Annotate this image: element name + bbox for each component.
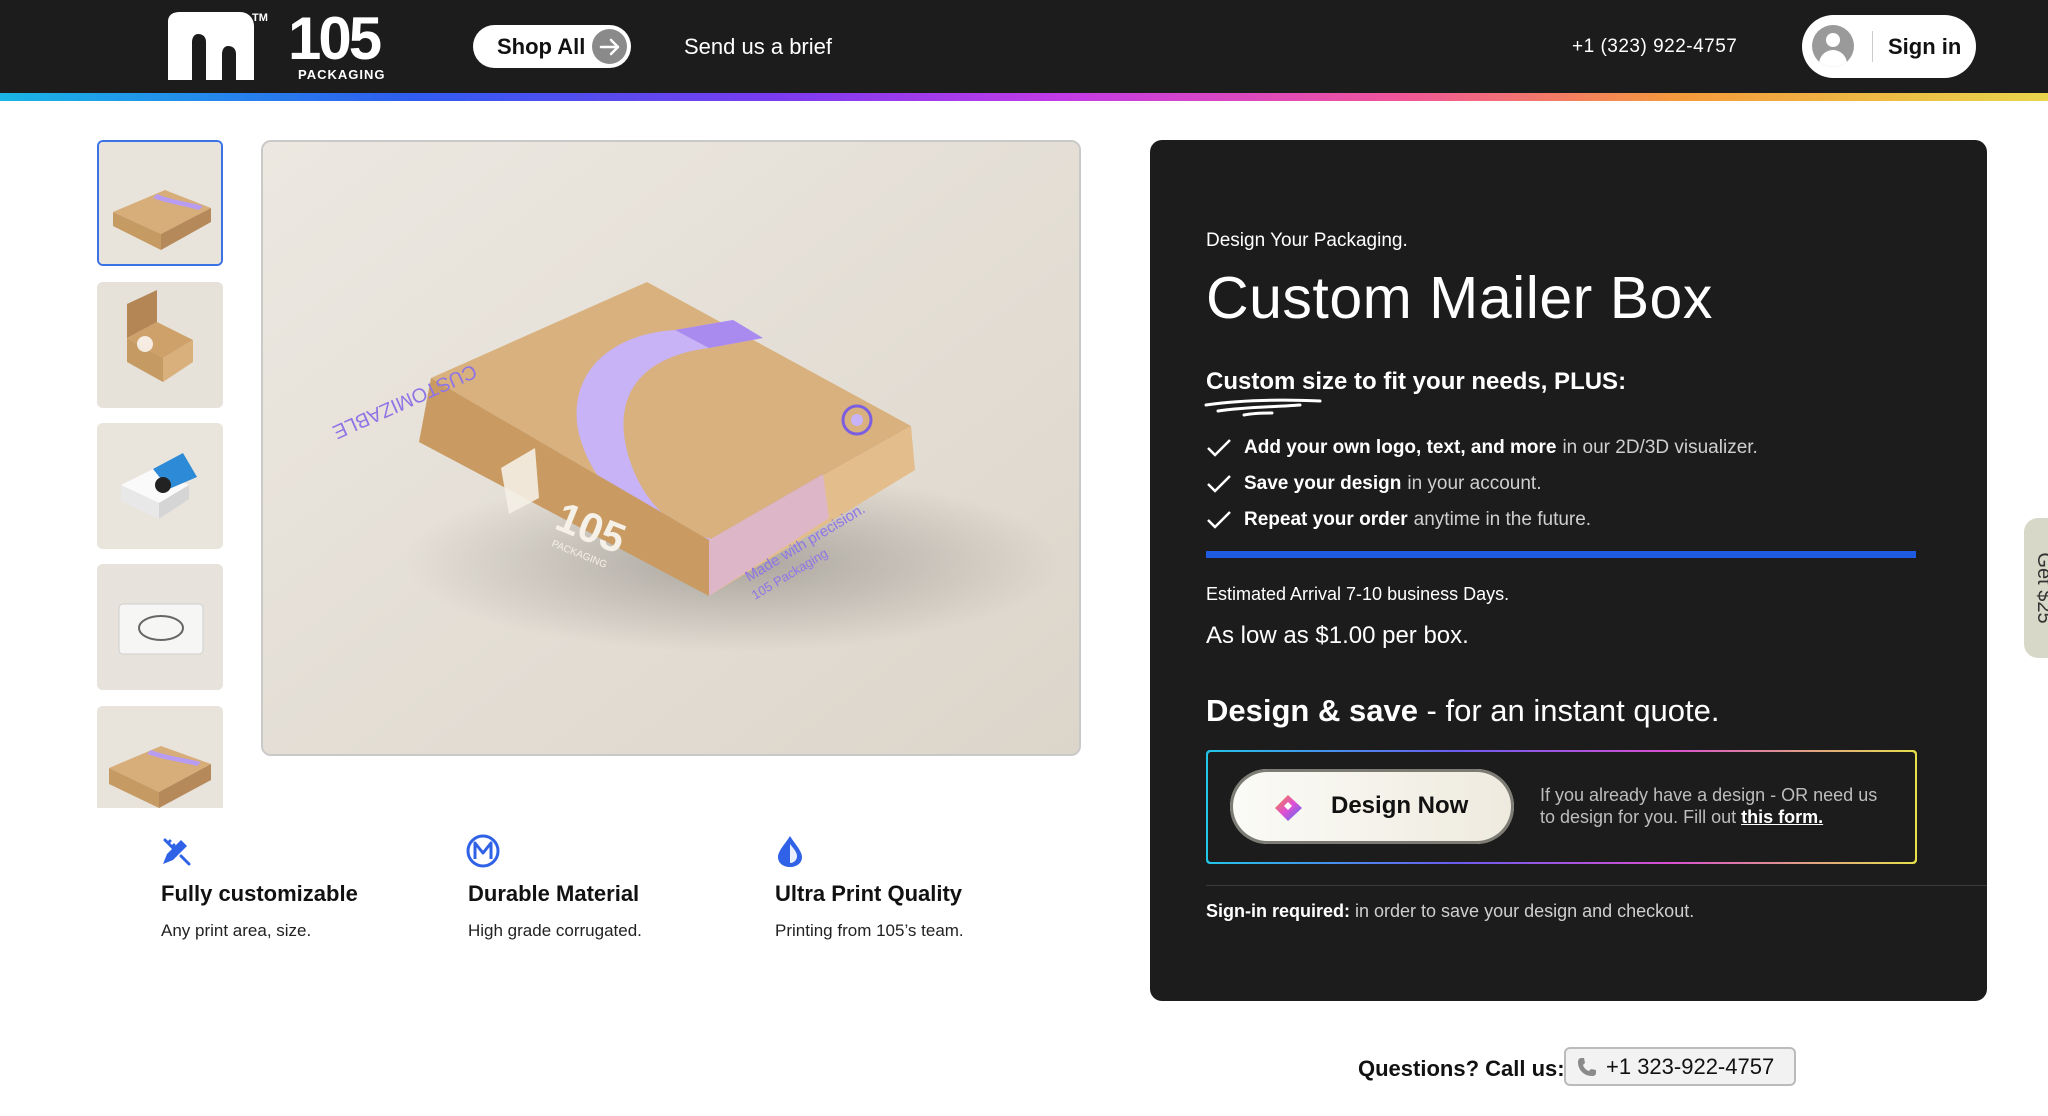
pencil-ruler-icon <box>163 838 191 866</box>
checkmark-icon <box>1207 475 1231 493</box>
divider <box>1206 885 1987 886</box>
benefit-rest: in your account. <box>1407 473 1542 494</box>
sign-in-label: Sign in <box>1888 34 1962 59</box>
this-form-link[interactable]: this form. <box>1741 807 1823 827</box>
quote-bold: Design & save <box>1206 693 1418 728</box>
thumbnail-image <box>99 142 221 264</box>
feature-title: Durable Material <box>468 881 640 906</box>
top-nav: TM 105 PACKAGING Shop All Send us a brie… <box>0 0 2048 93</box>
feature-title: Ultra Print Quality <box>775 881 963 906</box>
checkmark-icon <box>1207 511 1231 529</box>
benefit-rest: anytime in the future. <box>1413 509 1592 530</box>
design-now-box: Design Now If you already have a design … <box>1206 750 1917 864</box>
send-brief-link[interactable]: Send us a brief <box>684 34 832 60</box>
panel-subtitle: Custom size to fit your needs, PLUS: <box>1206 368 1626 396</box>
phone-icon <box>1578 1057 1596 1076</box>
benefit-bold: Repeat your order <box>1244 509 1408 530</box>
benefit-item: Repeat your order anytime in the future. <box>1206 502 1758 538</box>
gallery-thumbnail-1[interactable] <box>97 140 223 266</box>
gallery-thumbnail-2[interactable] <box>97 282 223 408</box>
call-phone-number: +1 323-922-4757 <box>1606 1053 1775 1079</box>
questions-label: Questions? Call us: <box>1358 1056 1565 1081</box>
mailer-box-illustration: 105 PACKAGING CUSTOMIZABLE Made with pre… <box>263 142 1079 754</box>
material-m-icon <box>466 834 500 868</box>
product-config-panel: Design Your Packaging. Custom Mailer Box… <box>1150 140 1987 1001</box>
signin-required-note: Sign-in required: in order to save your … <box>1206 901 1694 922</box>
header-phone-link[interactable]: +1 (323) 922-4757 <box>1572 36 1737 58</box>
design-now-label: Design Now <box>1331 792 1469 819</box>
logo-number: 105 <box>288 5 382 72</box>
estimated-arrival: Estimated Arrival 7-10 business Days. <box>1206 584 1510 604</box>
shop-all-label: Shop All <box>497 33 586 59</box>
feature-description: Any print area, size. <box>161 921 312 940</box>
main-product-image[interactable]: 105 PACKAGING CUSTOMIZABLE Made with pre… <box>261 140 1081 756</box>
rainbow-divider <box>0 93 2048 101</box>
note-text: If you already have a design - OR need u… <box>1540 785 1878 827</box>
gallery-thumbnail-5[interactable] <box>97 706 223 808</box>
feature-title: Fully customizable <box>161 881 358 906</box>
logo-mark-icon <box>168 12 254 80</box>
design-brush-icon <box>1275 795 1302 821</box>
benefit-bold: Save your design <box>1244 473 1402 494</box>
price-text: As low as $1.00 per box. <box>1206 622 1469 649</box>
logo-subtitle: PACKAGING <box>298 67 386 82</box>
quote-heading: Design & save - for an instant quote. <box>1206 693 1720 729</box>
thumbnail-image <box>97 564 223 690</box>
call-phone-button[interactable]: +1 323-922-4757 <box>1564 1047 1796 1086</box>
accent-bar <box>1206 551 1916 558</box>
signreq-rest: in order to save your design and checkou… <box>1350 901 1695 921</box>
gallery-thumbnail-3[interactable] <box>97 423 223 549</box>
side-tab-label: Get $25 <box>2033 552 2048 624</box>
subtitle-highlight: Custom size <box>1206 368 1348 395</box>
benefit-rest: in our 2D/3D visualizer. <box>1562 437 1758 458</box>
trademark-label: TM <box>252 12 268 24</box>
checkmark-icon <box>1207 439 1231 457</box>
benefit-bold: Add your own logo, text, and more <box>1244 437 1557 458</box>
thumbnail-image <box>97 282 223 408</box>
get-25-tab[interactable]: Get $25 <box>2024 518 2048 658</box>
thumbnail-image <box>97 706 223 808</box>
feature-durable-material: Durable Material High grade corrugated. <box>466 834 758 941</box>
ink-drop-icon <box>778 836 802 867</box>
benefits-list: Add your own logo, text, and more in our … <box>1206 430 1758 538</box>
quote-rest: - for an instant quote. <box>1417 693 1720 728</box>
signreq-bold: Sign-in required: <box>1206 901 1350 921</box>
feature-ultra-print-quality: Ultra Print Quality Printing from 105’s … <box>775 834 1065 941</box>
subtitle-rest: to fit your needs, PLUS: <box>1347 368 1627 395</box>
gallery-thumbnail-4[interactable] <box>97 564 223 690</box>
feature-description: Printing from 105’s team. <box>775 921 964 940</box>
user-avatar-icon <box>1812 25 1854 67</box>
sign-in-button[interactable]: Sign in <box>1802 15 1976 78</box>
shop-all-button[interactable]: Shop All <box>473 25 631 68</box>
divider <box>1872 31 1873 62</box>
design-now-button[interactable]: Design Now <box>1230 769 1514 844</box>
scribble-underline-icon <box>1204 398 1322 417</box>
thumbnail-image <box>97 423 223 549</box>
arrow-right-icon <box>592 29 627 64</box>
benefit-item: Add your own logo, text, and more in our … <box>1206 430 1758 466</box>
feature-fully-customizable: Fully customizable Any print area, size. <box>161 834 451 941</box>
product-title: Custom Mailer Box <box>1206 265 1713 331</box>
design-help-note: If you already have a design - OR need u… <box>1540 784 1890 828</box>
panel-eyebrow: Design Your Packaging. <box>1206 230 1408 251</box>
benefit-item: Save your design in your account. <box>1206 466 1758 502</box>
feature-description: High grade corrugated. <box>468 921 642 940</box>
